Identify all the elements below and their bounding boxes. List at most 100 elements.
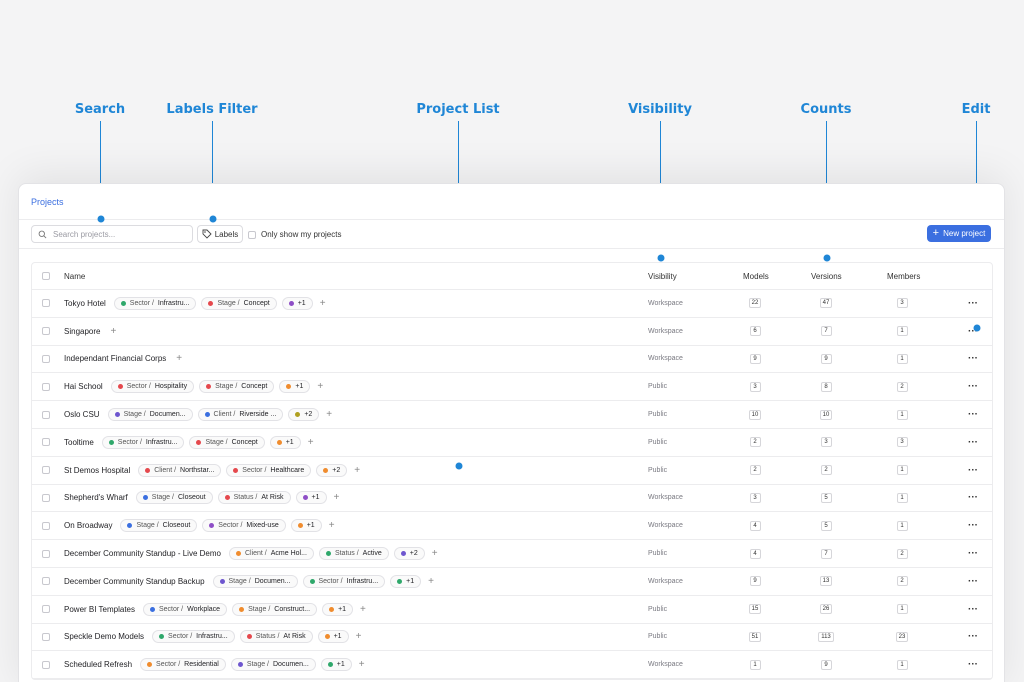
header-visibility[interactable]: Visibility [648,263,677,289]
table-row[interactable]: Shepherd's Wharf Stage / Closeout Status / A… [32,485,992,513]
row-checkbox[interactable] [42,549,50,558]
label-chip[interactable]: Sector / Hospitality [110,380,195,394]
row-checkbox[interactable] [42,577,50,586]
row-checkbox[interactable] [42,605,50,614]
label-chip[interactable]: Stage / Construct... [232,602,318,616]
table-row[interactable]: Tokyo Hotel Sector / Infrastru... Stage / Co… [32,290,992,318]
table-row[interactable]: December Community Standup - Live Demo Cl… [32,540,992,568]
add-label-icon[interactable]: + [334,492,340,503]
add-label-icon[interactable]: + [110,326,116,337]
label-chip[interactable]: Sector / Infrastru... [302,574,386,588]
more-icon[interactable]: ··· [968,298,978,309]
table-row[interactable]: On Broadway Stage / Closeout Sector / Mixed-… [32,512,992,541]
add-label-icon[interactable]: + [317,381,323,392]
table-row[interactable]: St Demos Hospital Client / Northstar... Sec… [32,457,992,485]
project-name[interactable]: St Demos Hospital [64,466,130,475]
add-label-icon[interactable]: + [360,604,366,615]
table-row[interactable]: Tooltime Sector / Infrastru... Stage / Conce… [32,429,992,457]
project-name[interactable]: Singapore [64,327,100,336]
label-chip[interactable]: Sector / Infrastru... [152,630,235,644]
label-chip[interactable]: Stage / Closeout [135,491,213,505]
add-label-icon[interactable]: + [359,659,365,670]
add-label-icon[interactable]: + [320,298,326,309]
label-chip[interactable]: +1 [295,491,327,505]
label-chip[interactable]: Status / At Risk [217,491,291,505]
table-row[interactable]: Power BI Templates Sector / Workplace Stage… [32,596,992,624]
label-chip[interactable]: Sector / Infrastru... [101,435,185,449]
project-name[interactable]: December Community Standup Backup [64,577,205,586]
select-all-checkbox[interactable] [42,272,50,280]
more-icon[interactable]: ··· [968,548,978,559]
row-checkbox[interactable] [42,410,50,419]
label-chip[interactable]: Stage / Concept [199,380,275,394]
project-name[interactable]: Shepherd's Wharf [64,493,128,502]
project-name[interactable]: December Community Standup - Live Demo [64,549,221,558]
table-row[interactable]: Speckle Demo Models Sector / Infrastru... S… [32,624,992,652]
label-chip[interactable]: Sector / Workplace [143,602,228,616]
more-icon[interactable]: ··· [968,520,978,531]
labels-filter-button[interactable]: Labels [197,225,243,243]
label-chip[interactable]: Sector / Infrastru... [113,296,197,310]
project-name[interactable]: Hai School [64,382,103,391]
table-row[interactable]: Independant Financial Corps + Workspace 9 9 1… [32,346,992,374]
more-icon[interactable]: ··· [968,409,978,420]
add-label-icon[interactable]: + [432,548,438,559]
add-label-icon[interactable]: + [329,520,335,531]
project-name[interactable]: Speckle Demo Models [64,632,144,641]
add-label-icon[interactable]: + [326,409,332,420]
label-chip[interactable]: +1 [320,658,352,672]
row-checkbox[interactable] [42,521,50,530]
table-row[interactable]: Oslo CSU Stage / Documen... Client / Riversi… [32,401,992,429]
project-name[interactable]: On Broadway [64,521,112,530]
row-checkbox[interactable] [42,493,50,502]
table-row[interactable]: Hai School Sector / Hospitality Stage / Conc… [32,373,992,402]
project-name[interactable]: Tokyo Hotel [64,299,106,308]
row-checkbox[interactable] [42,327,50,336]
label-chip[interactable]: Stage / Documen... [230,658,316,672]
label-chip[interactable]: +1 [390,574,422,588]
label-chip[interactable]: Client / Acme Hol... [228,547,314,561]
project-name[interactable]: Tooltime [64,438,94,447]
label-chip[interactable]: Stage / Documen... [212,574,298,588]
label-chip[interactable]: Client / Riverside ... [197,408,284,422]
label-chip[interactable]: Sector / Mixed-use [202,519,286,533]
add-label-icon[interactable]: + [176,353,182,364]
label-chip[interactable]: +1 [279,380,311,394]
table-row[interactable]: December Community Standup Backup Stage /… [32,568,992,596]
add-label-icon[interactable]: + [356,631,362,642]
label-chip[interactable]: +1 [317,630,349,644]
label-chip[interactable]: +1 [281,296,313,310]
checkbox[interactable] [248,230,256,239]
project-name[interactable]: Power BI Templates [64,605,135,614]
label-chip[interactable]: Client / Northstar... [138,463,222,477]
label-chip[interactable]: Stage / Closeout [120,519,198,533]
label-chip[interactable]: Stage / Concept [189,435,265,449]
label-chip[interactable]: Status / At Risk [239,630,313,644]
label-chip[interactable]: +2 [316,463,348,477]
label-chip[interactable]: +1 [269,435,301,449]
add-label-icon[interactable]: + [428,576,434,587]
more-icon[interactable]: ··· [968,631,978,642]
more-icon[interactable]: ··· [968,353,978,364]
table-row[interactable]: Scheduled Refresh Sector / Residential Stag… [32,651,992,680]
more-icon[interactable]: ··· [968,437,978,448]
label-chip[interactable]: +1 [290,519,322,533]
header-models[interactable]: Models [743,263,769,289]
label-chip[interactable]: +2 [393,547,425,561]
more-icon[interactable]: ··· [968,492,978,503]
label-chip[interactable]: Stage / Documen... [107,408,193,422]
search-input[interactable]: Search projects... [31,225,193,243]
label-chip[interactable]: Stage / Concept [201,296,277,310]
more-icon[interactable]: ··· [968,576,978,587]
header-versions[interactable]: Versions [811,263,842,289]
add-label-icon[interactable]: + [354,465,360,476]
row-checkbox[interactable] [42,632,50,641]
label-chip[interactable]: Sector / Residential [140,658,226,672]
row-checkbox[interactable] [42,660,50,669]
add-label-icon[interactable]: + [308,437,314,448]
table-row[interactable]: Singapore + Workspace 6 7 1 ··· [32,318,992,346]
only-my-projects-toggle[interactable]: Only show my projects [248,230,341,239]
label-chip[interactable]: +1 [322,602,354,616]
more-icon[interactable]: ··· [968,659,978,670]
row-checkbox[interactable] [42,438,50,447]
